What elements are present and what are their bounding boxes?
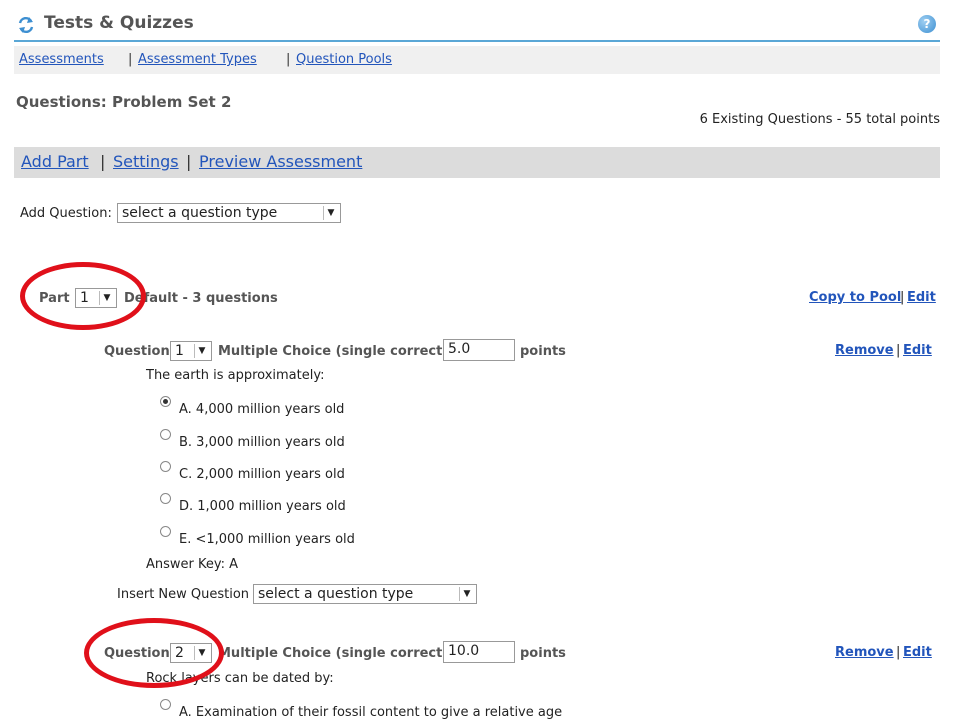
question-type: Multiple Choice (single correct) - xyxy=(218,344,459,359)
choice-text: A. 4,000 million years old xyxy=(179,402,345,417)
link-separator: | xyxy=(900,290,905,305)
help-icon[interactable]: ? xyxy=(918,15,936,33)
remove-question-link[interactable]: Remove xyxy=(835,645,894,660)
question-number-select[interactable]: 1 ▼ xyxy=(170,341,212,361)
choice-radio[interactable] xyxy=(160,526,171,537)
copy-to-pool-link[interactable]: Copy to Pool xyxy=(809,290,901,305)
question-points-input[interactable]: 5.0 xyxy=(443,339,515,361)
add-question-select-value: select a question type xyxy=(122,205,278,221)
remove-question-link[interactable]: Remove xyxy=(835,343,894,358)
chevron-down-icon: ▼ xyxy=(323,206,338,220)
link-separator: | xyxy=(896,645,901,660)
nav-separator: | xyxy=(286,52,291,67)
edit-question-link[interactable]: Edit xyxy=(903,343,932,358)
tool-header: Tests & Quizzes ? xyxy=(14,8,940,42)
choice-radio[interactable] xyxy=(160,699,171,710)
question-summary: 6 Existing Questions - 55 total points xyxy=(699,112,940,127)
choice-text: C. 2,000 million years old xyxy=(179,467,345,482)
preview-assessment-link[interactable]: Preview Assessment xyxy=(199,152,362,171)
question-points-input[interactable]: 10.0 xyxy=(443,641,515,663)
choice-text: B. 3,000 million years old xyxy=(179,435,345,450)
edit-question-link[interactable]: Edit xyxy=(903,645,932,660)
nav-assessment-types[interactable]: Assessment Types xyxy=(138,52,257,67)
choice-radio[interactable] xyxy=(160,429,171,440)
question-points-value: 10.0 xyxy=(448,643,480,659)
choice-text: D. 1,000 million years old xyxy=(179,499,346,514)
points-label: points xyxy=(520,646,566,661)
add-question-label: Add Question: xyxy=(20,206,112,221)
link-separator: | xyxy=(896,343,901,358)
annotation-circle-part xyxy=(20,262,146,330)
question-number-value: 1 xyxy=(175,343,184,359)
add-part-link[interactable]: Add Part xyxy=(21,152,89,171)
action-bar: Add Part | Settings | Preview Assessment xyxy=(14,147,940,178)
tool-nav: Assessments | Assessment Types | Questio… xyxy=(14,46,940,74)
choice-radio[interactable] xyxy=(160,493,171,504)
page-title: Questions: Problem Set 2 xyxy=(16,93,232,111)
nav-separator: | xyxy=(128,52,133,67)
insert-question-select[interactable]: select a question type ▼ xyxy=(253,584,477,604)
settings-link[interactable]: Settings xyxy=(113,152,179,171)
chevron-down-icon: ▼ xyxy=(194,344,209,358)
points-label: points xyxy=(520,344,566,359)
edit-part-link[interactable]: Edit xyxy=(907,290,936,305)
question-label: Question xyxy=(104,344,170,359)
refresh-icon[interactable] xyxy=(16,15,36,35)
choice-text: A. Examination of their fossil content t… xyxy=(179,705,563,720)
choice-text: E. <1,000 million years old xyxy=(179,532,355,547)
question-type: Multiple Choice (single correct) - xyxy=(218,646,459,661)
answer-key: Answer Key: A xyxy=(146,557,239,572)
add-question-select[interactable]: select a question type ▼ xyxy=(117,203,341,223)
question-points-value: 5.0 xyxy=(448,341,471,357)
choice-radio[interactable] xyxy=(160,396,171,407)
nav-question-pools[interactable]: Question Pools xyxy=(296,52,392,67)
insert-question-select-value: select a question type xyxy=(258,586,414,602)
part-description: Default - 3 questions xyxy=(124,291,278,306)
question-text: The earth is approximately: xyxy=(146,368,325,383)
chevron-down-icon: ▼ xyxy=(459,587,474,601)
app-title: Tests & Quizzes xyxy=(44,13,194,33)
insert-question-label: Insert New Question xyxy=(117,587,250,602)
action-separator: | xyxy=(100,152,106,171)
annotation-circle-question xyxy=(84,618,224,688)
choice-radio[interactable] xyxy=(160,461,171,472)
action-separator: | xyxy=(186,152,192,171)
nav-assessments[interactable]: Assessments xyxy=(19,52,104,67)
